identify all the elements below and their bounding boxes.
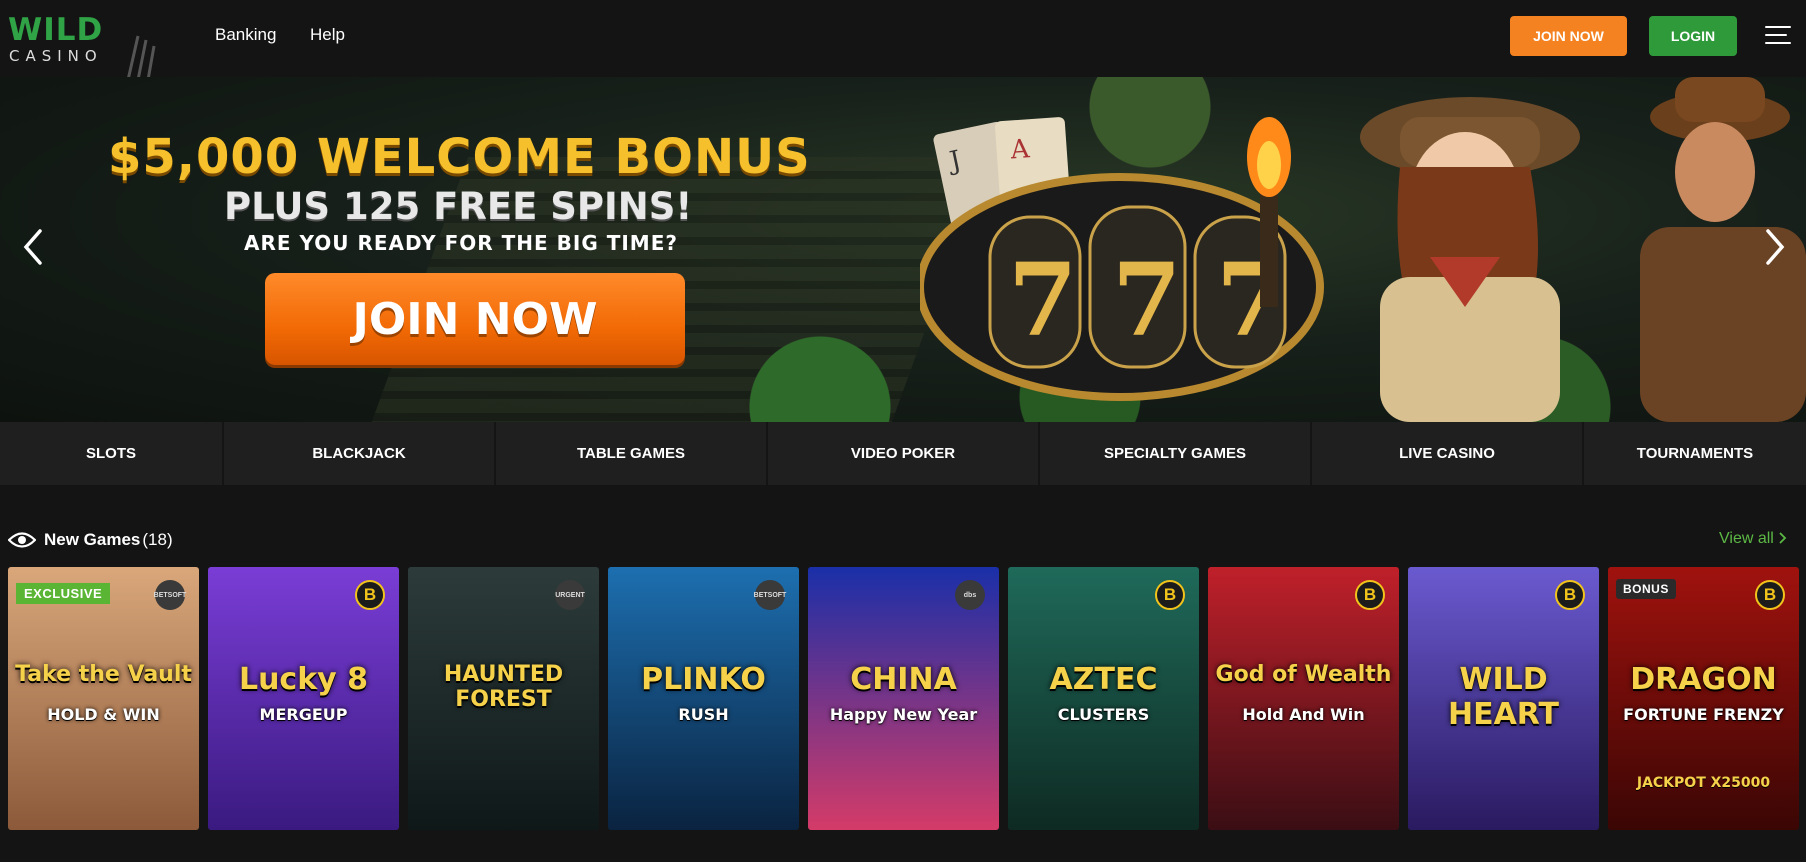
view-all-link[interactable]: View all — [1719, 530, 1788, 548]
chevron-right-icon[interactable] — [1760, 227, 1790, 267]
game-tile[interactable]: EXCLUSIVE BETSOFT Take the Vault HOLD & WIN — [8, 567, 199, 830]
tab-specialty-games[interactable]: SPECIALTY GAMES — [1040, 422, 1312, 485]
section-title: New Games — [44, 530, 141, 549]
provider-logo: BETSOFT — [754, 580, 786, 610]
game-subtitle: CLUSTERS — [1057, 705, 1150, 724]
tab-blackjack[interactable]: BLACKJACK — [224, 422, 496, 485]
game-subtitle: HOLD & WIN — [47, 705, 160, 724]
tab-live-casino[interactable]: LIVE CASINO — [1312, 422, 1584, 485]
provider-logo: BETSOFT — [154, 580, 186, 610]
chevron-left-icon[interactable] — [18, 227, 48, 267]
tab-tournaments[interactable]: TOURNAMENTS — [1584, 422, 1806, 485]
exclusive-badge: EXCLUSIVE — [16, 583, 111, 604]
game-tile[interactable]: BONUS B DRAGON FORTUNE FRENZY JACKPOT X25000 — [1608, 567, 1799, 830]
hero-headline: $5,000 WELCOME BONUS — [108, 129, 811, 185]
nav-help[interactable]: Help — [310, 25, 345, 45]
game-subtitle: FORTUNE FRENZY — [1623, 705, 1784, 724]
nav-banking[interactable]: Banking — [215, 25, 276, 45]
jackpot-label: JACKPOT X25000 — [1636, 775, 1771, 791]
hero-subheadline: PLUS 125 FREE SPINS! — [224, 185, 693, 228]
game-subtitle: Hold And Win — [1242, 705, 1365, 724]
provider-logo: B — [355, 580, 385, 610]
menu-icon[interactable] — [1765, 24, 1791, 46]
provider-logo: B — [1155, 580, 1185, 610]
game-tile[interactable]: B Lucky 8 MERGEUP — [208, 567, 399, 830]
game-title: CHINA — [850, 662, 957, 697]
game-title: AZTEC — [1049, 662, 1158, 697]
eye-icon — [8, 532, 36, 548]
game-title: HAUNTED FOREST — [443, 662, 564, 712]
game-subtitle: RUSH — [678, 705, 729, 724]
hero-illustration: J A 7 7 7 — [920, 77, 1806, 422]
tab-table-games[interactable]: TABLE GAMES — [496, 422, 768, 485]
game-subtitle: MERGEUP — [259, 705, 348, 724]
svg-text:7: 7 — [1112, 241, 1182, 359]
game-tile[interactable]: B God of Wealth Hold And Win — [1208, 567, 1399, 830]
view-all-label: View all — [1719, 530, 1774, 547]
game-title: WILD HEART — [1447, 662, 1560, 732]
join-now-button[interactable]: JOIN NOW — [1510, 16, 1627, 56]
category-tabs: SLOTS BLACKJACK TABLE GAMES VIDEO POKER … — [0, 422, 1806, 485]
claw-marks-icon — [126, 35, 156, 81]
tab-video-poker[interactable]: VIDEO POKER — [768, 422, 1040, 485]
game-tile[interactable]: URGENT HAUNTED FOREST — [408, 567, 599, 830]
svg-text:7: 7 — [1008, 241, 1078, 359]
svg-text:A: A — [1009, 134, 1032, 165]
tab-slots[interactable]: SLOTS — [0, 422, 224, 485]
login-button[interactable]: LOGIN — [1649, 16, 1737, 56]
provider-logo: B — [1355, 580, 1385, 610]
hero-tagline: ARE YOU READY FOR THE BIG TIME? — [244, 231, 678, 255]
game-title: PLINKO — [641, 662, 766, 697]
game-tile[interactable]: B AZTEC CLUSTERS — [1008, 567, 1199, 830]
game-tile[interactable]: B WILD HEART — [1408, 567, 1599, 830]
chevron-right-icon — [1779, 532, 1787, 544]
provider-logo: URGENT — [555, 580, 585, 610]
game-tile[interactable]: BETSOFT PLINKO RUSH — [608, 567, 799, 830]
provider-logo: dbs — [955, 580, 985, 610]
logo-wordmark: WILD — [8, 12, 104, 48]
provider-logo: B — [1755, 580, 1785, 610]
game-title: God of Wealth — [1215, 662, 1392, 687]
game-title: DRAGON — [1630, 662, 1777, 697]
hero-banner[interactable]: J A 7 7 7 $5,000 WELCOME BONUS PLUS 125 … — [0, 77, 1806, 422]
game-title: Take the Vault — [15, 662, 192, 687]
game-title: Lucky 8 — [238, 662, 369, 697]
wild-casino-logo[interactable]: WILD CASINO — [8, 12, 156, 81]
bonus-badge: BONUS — [1616, 579, 1676, 599]
game-subtitle: Happy New Year — [829, 705, 978, 724]
logo-subtext: CASINO — [9, 47, 103, 65]
game-tile[interactable]: dbs CHINA Happy New Year — [808, 567, 999, 830]
hero-join-now-button[interactable]: JOIN NOW — [265, 273, 685, 365]
section-count: (18) — [142, 530, 173, 549]
site-header: WILD CASINO Banking Help JOIN NOW LOGIN — [0, 0, 1806, 81]
provider-logo: B — [1555, 580, 1585, 610]
new-games-header: New Games (18) — [8, 528, 173, 552]
